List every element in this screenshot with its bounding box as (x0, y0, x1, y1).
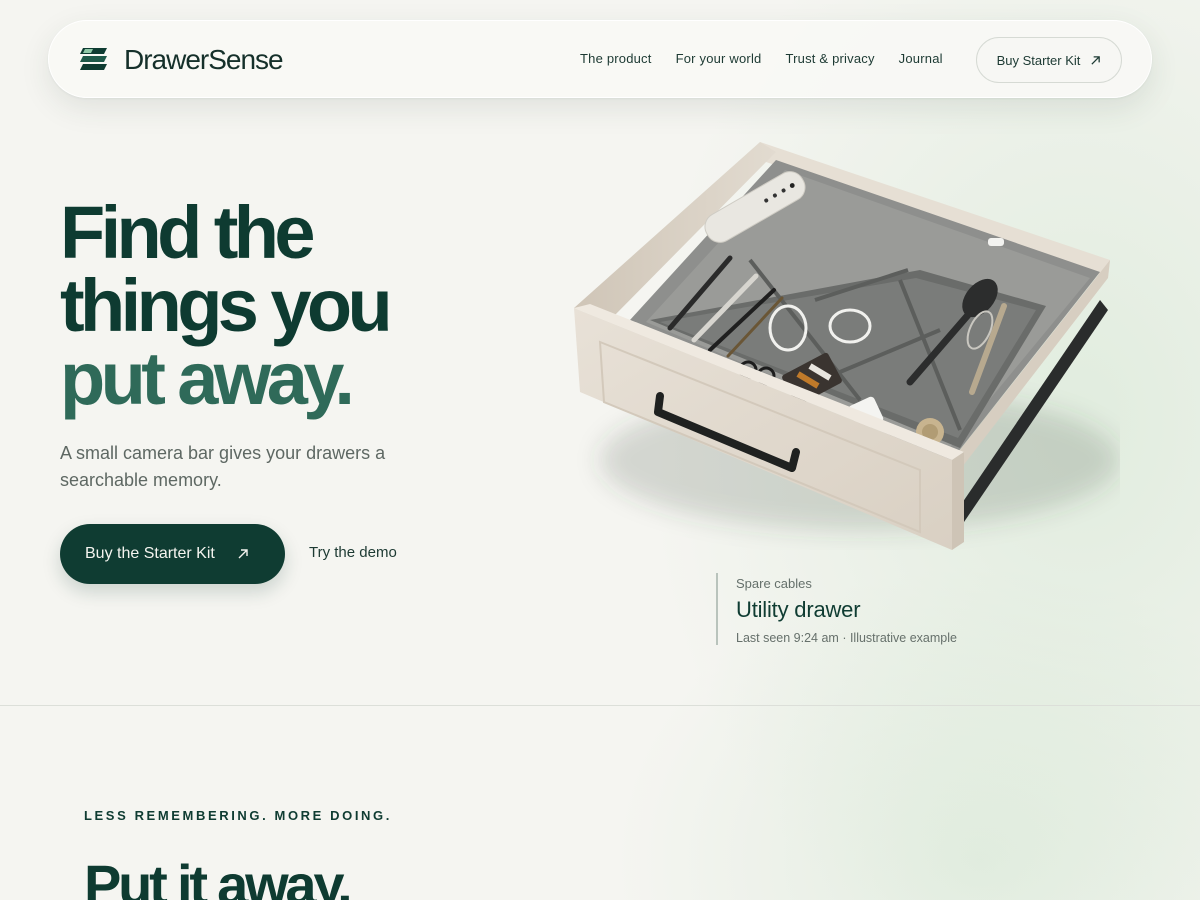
section-eyebrow: LESS REMEMBERING. MORE DOING. (84, 808, 392, 823)
buy-starter-kit-nav-button[interactable]: Buy Starter Kit (976, 37, 1122, 83)
nav-link-product[interactable]: The product (580, 51, 652, 66)
nav-links: The product For your world Trust & priva… (580, 51, 943, 66)
caption-item: Spare cables (736, 576, 812, 591)
buy-starter-kit-button[interactable]: Buy the Starter Kit (60, 524, 285, 584)
section-divider (0, 705, 1200, 706)
try-demo-link[interactable]: Try the demo (309, 544, 397, 561)
arrow-up-right-icon (1091, 55, 1101, 65)
arrow-up-right-icon (238, 549, 248, 559)
open-drawer-organizer-image (560, 130, 1120, 550)
section-title: Put it away. (84, 853, 353, 900)
brand-logo[interactable]: DrawerSense (79, 44, 284, 75)
top-nav: DrawerSense The product For your world T… (48, 20, 1152, 98)
hero-subcopy: A small camera bar gives your drawers a … (60, 443, 386, 490)
headline-line-3: put away. (60, 337, 355, 420)
nav-link-for-your-world[interactable]: For your world (676, 51, 762, 66)
hero-headline: Find the things you put away. (60, 191, 393, 420)
nav-link-journal[interactable]: Journal (899, 51, 943, 66)
primary-cta-label: Buy the Starter Kit (85, 545, 215, 562)
drawer-illustration (574, 142, 1120, 550)
last-seen-caption: Spare cables Utility drawer Last seen 9:… (716, 573, 957, 645)
headline-line-2: things you (60, 264, 393, 347)
nav-link-trust-privacy[interactable]: Trust & privacy (785, 51, 874, 66)
caption-location: Utility drawer (736, 597, 861, 622)
nav-cta-label: Buy Starter Kit (996, 52, 1081, 68)
stacked-layers-icon (80, 48, 107, 70)
caption-meta: Last seen 9:24 am · Illustrative example (736, 631, 957, 645)
headline-line-1: Find the (60, 191, 316, 274)
brand-name: DrawerSense (124, 44, 284, 75)
